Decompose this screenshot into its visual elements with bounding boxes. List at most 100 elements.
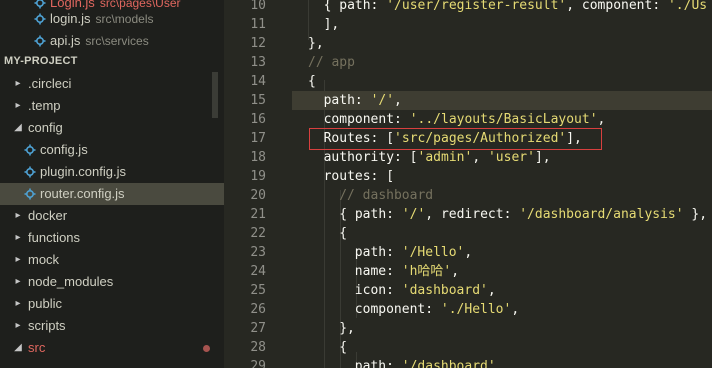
project-section-title[interactable]: MY-PROJECT bbox=[4, 52, 78, 70]
tree-item[interactable]: config.js bbox=[0, 139, 224, 161]
line-number: 20 bbox=[250, 188, 266, 203]
code-line[interactable]: 24 name: 'h哈哈', bbox=[224, 262, 712, 281]
tree-item-label: config bbox=[28, 120, 63, 135]
tree-item[interactable]: ▸ .circleci bbox=[0, 73, 224, 95]
code-token: , bbox=[472, 150, 488, 165]
collapsed-chevron-icon[interactable]: ▸ bbox=[12, 95, 24, 117]
open-file-item[interactable]: api.js src\services bbox=[0, 30, 224, 52]
tree-item[interactable]: ▸ .temp bbox=[0, 95, 224, 117]
tree-item[interactable]: ▸ node_modules bbox=[0, 271, 224, 293]
tree-item[interactable]: ▸ public bbox=[0, 293, 224, 315]
code-token: ], bbox=[323, 17, 340, 32]
annotation-highlight-box bbox=[309, 128, 602, 150]
comment-token: // app bbox=[308, 55, 355, 70]
line-number: 14 bbox=[250, 74, 266, 89]
code-line[interactable]: 25 icon: 'dashboard', bbox=[224, 281, 712, 300]
code-token: , bbox=[511, 302, 520, 317]
string-token: 'user' bbox=[487, 150, 535, 165]
comment-token: // dashboard bbox=[339, 188, 434, 203]
code-line[interactable]: 20 // dashboard bbox=[224, 186, 712, 205]
code-line[interactable]: 10 { path: '/user/register-result', compo… bbox=[224, 0, 712, 15]
code-line[interactable]: 29 path: '/dashboard' bbox=[224, 357, 712, 368]
code-line[interactable]: 18 authority: ['admin', 'user'], bbox=[224, 148, 712, 167]
code-line[interactable]: 27}, bbox=[224, 319, 712, 338]
code-line[interactable]: 19 routes: [ bbox=[224, 167, 712, 186]
code-token: authority: [ bbox=[323, 150, 418, 165]
code-text: component: './Hello', bbox=[355, 300, 519, 319]
code-token: , bbox=[597, 112, 606, 127]
open-file-item[interactable]: login.js src\models bbox=[0, 8, 224, 30]
code-text: // app bbox=[308, 53, 355, 72]
code-text: { bbox=[308, 72, 316, 91]
code-line[interactable]: 23 path: '/Hello', bbox=[224, 243, 712, 262]
code-token: { bbox=[339, 226, 348, 241]
collapsed-chevron-icon[interactable]: ▸ bbox=[12, 315, 24, 337]
sidebar-scrollbar[interactable] bbox=[212, 72, 218, 118]
line-number: 13 bbox=[250, 55, 266, 70]
code-token: ], bbox=[534, 150, 551, 165]
collapsed-chevron-icon[interactable]: ▸ bbox=[12, 73, 24, 95]
tree-item[interactable]: router.config.js bbox=[0, 183, 224, 205]
string-token: '/Hello' bbox=[401, 245, 465, 260]
code-line[interactable]: 22 { bbox=[224, 224, 712, 243]
file-label: login.js src\models bbox=[50, 8, 153, 30]
code-text: name: 'h哈哈', bbox=[355, 262, 459, 281]
code-line[interactable]: 28 { bbox=[224, 338, 712, 357]
code-line[interactable]: 12}, bbox=[224, 34, 712, 53]
line-number: 16 bbox=[250, 112, 266, 127]
code-text: icon: 'dashboard', bbox=[355, 281, 496, 300]
tree-item[interactable]: ▸ scripts bbox=[0, 315, 224, 337]
tree-item-label: .circleci bbox=[28, 76, 72, 91]
code-line[interactable]: 16 component: '../layouts/BasicLayout', bbox=[224, 110, 712, 129]
tree-item-label: scripts bbox=[28, 318, 66, 333]
line-number: 18 bbox=[250, 150, 266, 165]
code-editor[interactable]: 10 { path: '/user/register-result', compo… bbox=[224, 0, 712, 368]
code-token: { path: bbox=[323, 0, 387, 13]
collapsed-chevron-icon[interactable]: ▸ bbox=[12, 205, 24, 227]
code-line[interactable]: 26 component: './Hello', bbox=[224, 300, 712, 319]
collapsed-chevron-icon[interactable]: ▸ bbox=[12, 249, 24, 271]
line-number: 19 bbox=[250, 169, 266, 184]
js-file-icon bbox=[24, 188, 36, 200]
code-token: component: bbox=[354, 302, 441, 317]
tree-item[interactable]: ▸ docker bbox=[0, 205, 224, 227]
code-text: }, bbox=[308, 34, 324, 53]
tree-item[interactable]: plugin.config.js bbox=[0, 161, 224, 183]
code-text: { path: '/user/register-result', compone… bbox=[324, 0, 708, 15]
tree-item[interactable]: ◢ config bbox=[0, 117, 224, 139]
string-token: 'h哈哈' bbox=[401, 264, 452, 279]
code-line[interactable]: 11], bbox=[224, 15, 712, 34]
tree-item-label: docker bbox=[28, 208, 68, 223]
string-token: '/dashboard' bbox=[401, 359, 496, 368]
file-explorer-sidebar: Login.js src\pages\User login.js src\models… bbox=[0, 0, 224, 368]
expanded-chevron-icon[interactable]: ◢ bbox=[12, 337, 24, 359]
code-text: ], bbox=[324, 15, 340, 34]
code-line[interactable]: 15 path: '/', bbox=[224, 91, 712, 110]
modified-indicator-dot bbox=[203, 345, 210, 352]
line-number: 25 bbox=[250, 283, 266, 298]
code-text: authority: ['admin', 'user'], bbox=[324, 148, 551, 167]
code-token: }, bbox=[308, 36, 324, 51]
code-token: , redirect: bbox=[425, 207, 520, 222]
code-text: routes: [ bbox=[324, 167, 394, 186]
code-line[interactable]: 14 { bbox=[224, 72, 712, 91]
line-number: 11 bbox=[250, 17, 266, 32]
collapsed-chevron-icon[interactable]: ▸ bbox=[12, 227, 24, 249]
tree-item-label: src bbox=[28, 340, 46, 355]
tree-item[interactable]: ▸ mock bbox=[0, 249, 224, 271]
file-name: api.js bbox=[50, 33, 81, 48]
tree-item[interactable]: ▸ functions bbox=[0, 227, 224, 249]
code-line[interactable]: 13 // app bbox=[224, 53, 712, 72]
tree-item-label: public bbox=[28, 296, 62, 311]
collapsed-chevron-icon[interactable]: ▸ bbox=[12, 293, 24, 315]
string-token: 'admin' bbox=[417, 150, 473, 165]
line-number: 17 bbox=[250, 131, 266, 146]
tree-item[interactable]: ◢ src bbox=[0, 337, 224, 359]
code-text: // dashboard bbox=[339, 186, 433, 205]
code-text: path: '/', bbox=[324, 91, 402, 110]
collapsed-chevron-icon[interactable]: ▸ bbox=[12, 271, 24, 293]
code-line[interactable]: 21 { path: '/', redirect: '/dashboard/ana… bbox=[224, 205, 712, 224]
expanded-chevron-icon[interactable]: ◢ bbox=[12, 117, 24, 139]
code-token: , bbox=[394, 93, 402, 108]
code-text: { bbox=[339, 224, 347, 243]
